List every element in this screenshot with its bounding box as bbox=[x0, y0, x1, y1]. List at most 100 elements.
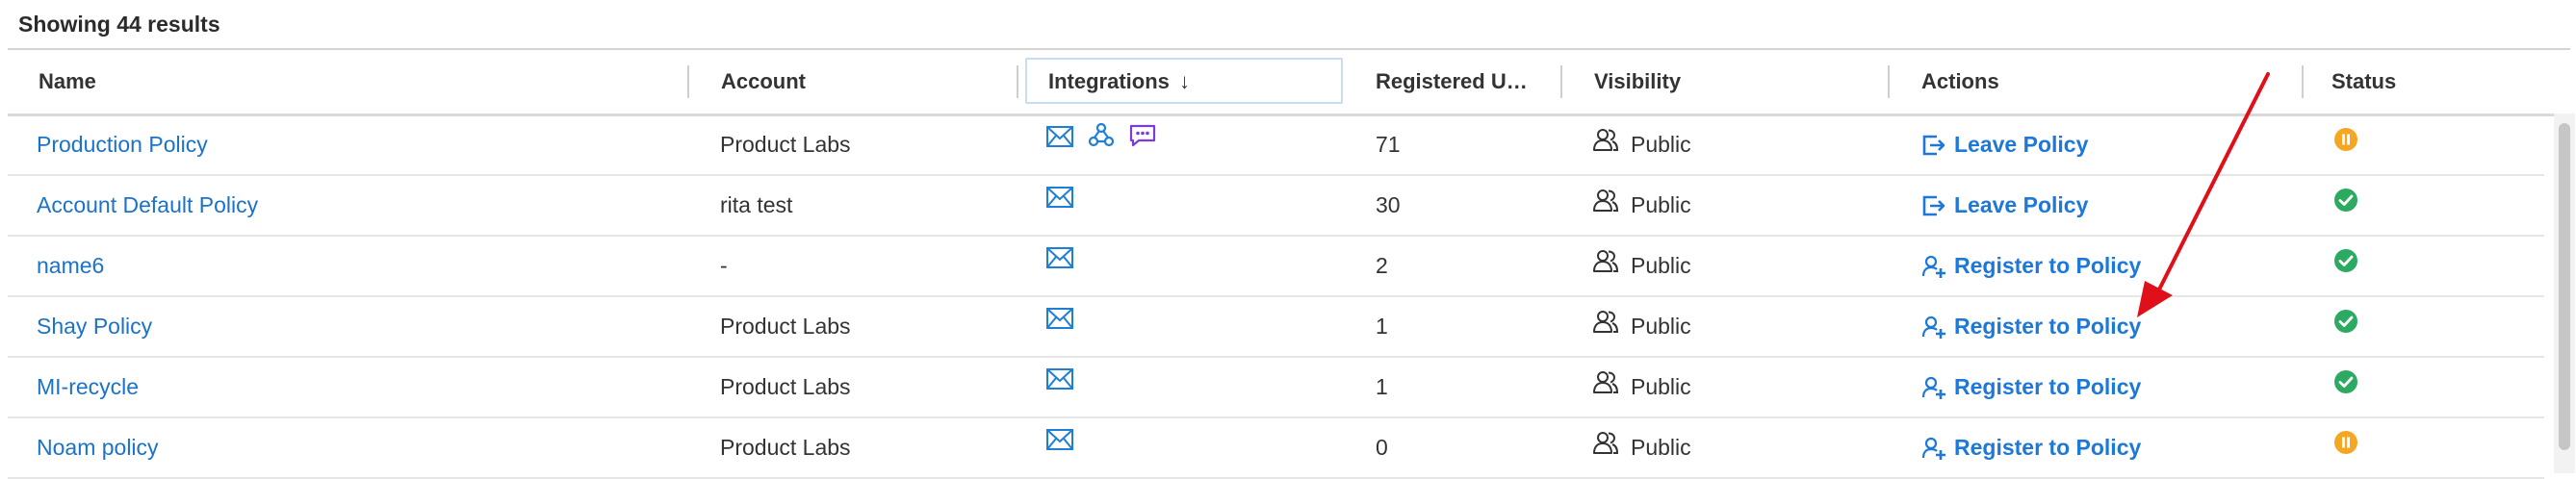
policies-table: Name Account Integrations ↓ Registered U… bbox=[8, 48, 2575, 479]
column-header-integrations[interactable]: Integrations ↓ bbox=[1048, 50, 1337, 113]
status-cell bbox=[2333, 237, 2358, 295]
account-cell: Product Labs bbox=[720, 132, 851, 157]
status-active-icon bbox=[2333, 297, 2358, 356]
users-icon bbox=[1592, 237, 1619, 295]
users-icon bbox=[1592, 418, 1619, 477]
email-icon bbox=[1045, 172, 1074, 231]
register-to-policy-button[interactable]: Register to Policy bbox=[1921, 237, 2141, 295]
scrollbar-thumb[interactable] bbox=[2559, 123, 2570, 450]
visibility-label: Public bbox=[1631, 132, 1691, 157]
table-row: Noam policy Product Labs 0 Public Regist… bbox=[8, 418, 2544, 479]
table-row: name6 - 2 Public Register to Policy bbox=[8, 237, 2544, 297]
users-icon bbox=[1592, 115, 1619, 174]
registered-users-cell: 30 bbox=[1376, 192, 1401, 217]
action-label: Register to Policy bbox=[1954, 253, 2142, 278]
column-header-integrations-label: Integrations bbox=[1048, 69, 1170, 93]
visibility-cell: Public bbox=[1592, 358, 1691, 416]
visibility-label: Public bbox=[1631, 374, 1691, 399]
policy-name-link[interactable]: Noam policy bbox=[37, 418, 159, 477]
email-icon bbox=[1045, 112, 1074, 170]
status-paused-icon bbox=[2333, 418, 2358, 477]
webhook-icon bbox=[1088, 112, 1115, 170]
policy-name-link[interactable]: Account Default Policy bbox=[37, 176, 258, 235]
account-cell: - bbox=[720, 253, 728, 278]
column-header-account[interactable]: Account bbox=[721, 50, 1010, 113]
column-header-visibility[interactable]: Visibility bbox=[1594, 50, 1883, 113]
email-icon bbox=[1045, 415, 1074, 473]
column-resizer[interactable] bbox=[687, 65, 689, 98]
status-paused-icon bbox=[2333, 115, 2358, 174]
column-resizer[interactable] bbox=[1560, 65, 1562, 98]
status-active-icon bbox=[2333, 358, 2358, 416]
register-to-policy-button[interactable]: Register to Policy bbox=[1921, 418, 2141, 477]
column-resizer[interactable] bbox=[1017, 65, 1018, 98]
users-icon bbox=[1592, 297, 1619, 356]
account-cell: rita test bbox=[720, 192, 793, 217]
column-resizer[interactable] bbox=[2302, 65, 2304, 98]
column-resizer[interactable] bbox=[1888, 65, 1890, 98]
visibility-label: Public bbox=[1631, 253, 1691, 278]
table-row: Shay Policy Product Labs 1 Public Regist… bbox=[8, 297, 2544, 358]
column-header-status[interactable]: Status bbox=[2331, 50, 2524, 113]
status-cell bbox=[2333, 115, 2358, 174]
users-icon bbox=[1592, 358, 1619, 416]
status-cell bbox=[2333, 358, 2358, 416]
account-cell: Product Labs bbox=[720, 314, 851, 339]
visibility-cell: Public bbox=[1592, 418, 1691, 477]
register-to-policy-button[interactable]: Register to Policy bbox=[1921, 297, 2141, 356]
table-row: MI-recycle Product Labs 1 Public Registe… bbox=[8, 358, 2544, 418]
visibility-cell: Public bbox=[1592, 115, 1691, 174]
action-label: Leave Policy bbox=[1954, 132, 2089, 157]
register-to-policy-button[interactable]: Register to Policy bbox=[1921, 358, 2141, 416]
status-cell bbox=[2333, 418, 2358, 477]
leave-icon bbox=[1921, 134, 1946, 157]
users-icon bbox=[1592, 176, 1619, 235]
visibility-cell: Public bbox=[1592, 237, 1691, 295]
integrations-cell bbox=[1045, 358, 1074, 416]
policy-name-link[interactable]: name6 bbox=[37, 237, 104, 295]
email-icon bbox=[1045, 233, 1074, 291]
status-active-icon bbox=[2333, 237, 2358, 295]
add-user-icon bbox=[1921, 254, 1946, 279]
integrations-cell bbox=[1045, 115, 1157, 174]
add-user-icon bbox=[1921, 315, 1946, 340]
column-header-actions[interactable]: Actions bbox=[1921, 50, 2210, 113]
add-user-icon bbox=[1921, 375, 1946, 400]
visibility-label: Public bbox=[1631, 435, 1691, 460]
registered-users-cell: 1 bbox=[1376, 314, 1388, 339]
table-row: Production Policy Product Labs 71 Public… bbox=[8, 115, 2544, 176]
column-header-registered-users[interactable]: Registered U… bbox=[1376, 50, 1530, 113]
policy-name-link[interactable]: Production Policy bbox=[37, 115, 208, 174]
action-label: Register to Policy bbox=[1954, 314, 2142, 339]
registered-users-cell: 1 bbox=[1376, 374, 1388, 399]
action-label: Register to Policy bbox=[1954, 435, 2142, 460]
integrations-cell bbox=[1045, 176, 1074, 235]
integrations-cell bbox=[1045, 237, 1074, 295]
registered-users-cell: 0 bbox=[1376, 435, 1388, 460]
registered-users-cell: 71 bbox=[1376, 132, 1401, 157]
integrations-cell bbox=[1045, 418, 1074, 477]
column-header-name[interactable]: Name bbox=[39, 50, 655, 113]
account-cell: Product Labs bbox=[720, 374, 851, 399]
results-count: Showing 44 results bbox=[18, 12, 220, 37]
action-label: Register to Policy bbox=[1954, 374, 2142, 399]
leave-icon bbox=[1921, 194, 1946, 217]
policy-name-link[interactable]: Shay Policy bbox=[37, 297, 152, 356]
sort-descending-icon: ↓ bbox=[1179, 69, 1191, 93]
action-label: Leave Policy bbox=[1954, 192, 2089, 217]
visibility-label: Public bbox=[1631, 314, 1691, 339]
email-icon bbox=[1045, 293, 1074, 352]
leave-policy-button[interactable]: Leave Policy bbox=[1921, 115, 2088, 174]
policy-name-link[interactable]: MI-recycle bbox=[37, 358, 139, 416]
visibility-cell: Public bbox=[1592, 176, 1691, 235]
registered-users-cell: 2 bbox=[1376, 253, 1388, 278]
chat-icon bbox=[1128, 112, 1157, 170]
leave-policy-button[interactable]: Leave Policy bbox=[1921, 176, 2088, 235]
status-cell bbox=[2333, 176, 2358, 235]
email-icon bbox=[1045, 354, 1074, 413]
table-row: Account Default Policy rita test 30 Publ… bbox=[8, 176, 2544, 237]
add-user-icon bbox=[1921, 436, 1946, 461]
visibility-label: Public bbox=[1631, 192, 1691, 217]
account-cell: Product Labs bbox=[720, 435, 851, 460]
table-header: Name Account Integrations ↓ Registered U… bbox=[8, 50, 2570, 116]
